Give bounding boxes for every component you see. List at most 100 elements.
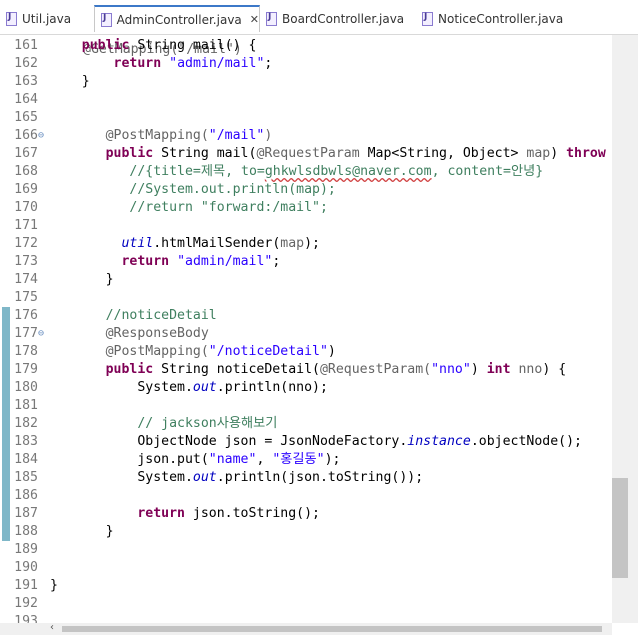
- code-text: util.htmlMailSender(map);: [50, 235, 320, 253]
- code-token: ): [550, 146, 567, 161]
- code-token: return: [121, 254, 170, 269]
- code-text: public String mail() {: [50, 37, 257, 55]
- code-line: 181: [0, 397, 612, 415]
- java-file-icon: [6, 12, 17, 26]
- line-number: 165: [14, 110, 38, 125]
- java-file-icon: [101, 12, 112, 27]
- code-token: ghkwlsdbwls@naver.com: [264, 164, 432, 179]
- code-token: ;: [272, 254, 281, 269]
- code-token: out: [192, 380, 217, 395]
- code-token: }: [50, 272, 114, 287]
- code-token: "admin/mail": [177, 254, 273, 269]
- tab-label: BoardController.java: [282, 12, 405, 26]
- code-text: ObjectNode json = JsonNodeFactory.instan…: [50, 433, 582, 451]
- line-number: 175: [14, 290, 38, 305]
- code-token: );: [324, 452, 341, 467]
- code-line: 183 ObjectNode json = JsonNodeFactory.in…: [0, 433, 612, 451]
- line-number: 176: [14, 308, 38, 323]
- code-line: 187 return json.toString();: [0, 505, 612, 523]
- vertical-scroll-thumb[interactable]: [612, 478, 628, 578]
- code-token: .println(nno);: [216, 380, 328, 395]
- code-text: // jackson사용해보기: [50, 415, 277, 433]
- code-token: .println(json.toString());: [216, 470, 424, 485]
- code-line: 172 util.htmlMailSender(map);: [0, 235, 612, 253]
- code-line: 163 }: [0, 73, 612, 91]
- code-line: 178 @PostMapping("/noticeDetail"): [0, 343, 612, 361]
- vertical-scrollbar[interactable]: [612, 35, 638, 623]
- code-line: 189: [0, 541, 612, 559]
- line-number: 182: [14, 416, 38, 431]
- code-text: }: [50, 271, 114, 289]
- code-token: System.: [50, 470, 193, 485]
- code-token: );: [304, 236, 320, 251]
- code-text: //return "forward:/mail";: [50, 199, 328, 217]
- code-line: 184 json.put("name", "홍길동");: [0, 451, 612, 469]
- code-token: "홍길동": [272, 452, 325, 467]
- code-text: @ResponseBody: [50, 325, 209, 343]
- code-token: ObjectNode json = JsonNodeFactory.: [50, 434, 408, 449]
- fold-toggle-icon[interactable]: ⊖: [38, 325, 44, 343]
- code-token: util: [121, 236, 154, 251]
- code-text: @PostMapping("/noticeDetail"): [50, 343, 336, 361]
- tab-util[interactable]: Util.java: [6, 5, 92, 33]
- code-editor[interactable]: @GetMapping("/mail") 161 public String m…: [0, 35, 612, 623]
- tab-admincontroller[interactable]: AdminController.java ✕: [94, 5, 260, 32]
- code-token: ,: [256, 452, 273, 467]
- code-line: 190: [0, 559, 612, 577]
- code-line: 170 //return "forward:/mail";: [0, 199, 612, 217]
- code-line: 162 return "admin/mail";: [0, 55, 612, 73]
- code-token: public: [105, 146, 154, 161]
- code-token: public: [105, 362, 154, 377]
- code-token: @RequestParam(: [319, 362, 432, 377]
- code-line: 166 ⊖ @PostMapping("/mail"): [0, 127, 612, 145]
- code-token: @ResponseBody: [105, 326, 209, 341]
- code-text: json.put("name", "홍길동");: [50, 451, 341, 469]
- code-token: //System.out.println(map);: [129, 182, 336, 197]
- code-text: }: [50, 73, 90, 91]
- line-number: 161: [14, 38, 38, 53]
- code-token: Map<String, Object>: [359, 146, 527, 161]
- code-token: json.put(: [50, 452, 209, 467]
- code-line: 191}: [0, 577, 612, 595]
- horizontal-scroll-thumb[interactable]: [62, 626, 602, 632]
- code-token: String mail() {: [129, 38, 257, 53]
- code-token: map: [526, 146, 551, 161]
- tab-boardcontroller[interactable]: BoardController.java: [266, 5, 426, 33]
- scroll-left-arrow-icon[interactable]: ‹: [50, 622, 54, 633]
- fold-toggle-icon[interactable]: ⊖: [38, 127, 44, 145]
- code-token: .htmlMailSender(: [153, 236, 281, 251]
- code-token: "admin/mail": [169, 56, 265, 71]
- code-token: return: [137, 506, 185, 521]
- code-token: int: [486, 362, 511, 377]
- line-number: 169: [14, 182, 38, 197]
- code-token: //noticeDetail: [105, 308, 217, 323]
- code-text: @PostMapping("/mail"): [50, 127, 273, 145]
- code-token: "nno": [431, 362, 471, 377]
- code-token: instance: [407, 434, 471, 449]
- code-text: return "admin/mail";: [50, 253, 280, 271]
- code-token: json.toString();: [184, 506, 320, 521]
- code-token: public: [81, 38, 130, 53]
- horizontal-scrollbar[interactable]: ‹: [0, 622, 612, 635]
- code-token: out: [192, 470, 217, 485]
- code-token: //return "forward:/mail";: [129, 200, 328, 215]
- line-number: 171: [14, 218, 38, 233]
- code-token: ;: [264, 56, 273, 71]
- tab-noticecontroller[interactable]: NoticeController.java: [422, 5, 582, 33]
- code-line: 174 }: [0, 271, 612, 289]
- code-line: 182 // jackson사용해보기: [0, 415, 612, 433]
- close-icon[interactable]: ✕: [250, 13, 259, 26]
- line-number: 178: [14, 344, 38, 359]
- line-number: 166: [14, 128, 38, 143]
- line-number: 187: [14, 506, 38, 521]
- code-token: @PostMapping(: [105, 128, 209, 143]
- code-token: map: [280, 236, 305, 251]
